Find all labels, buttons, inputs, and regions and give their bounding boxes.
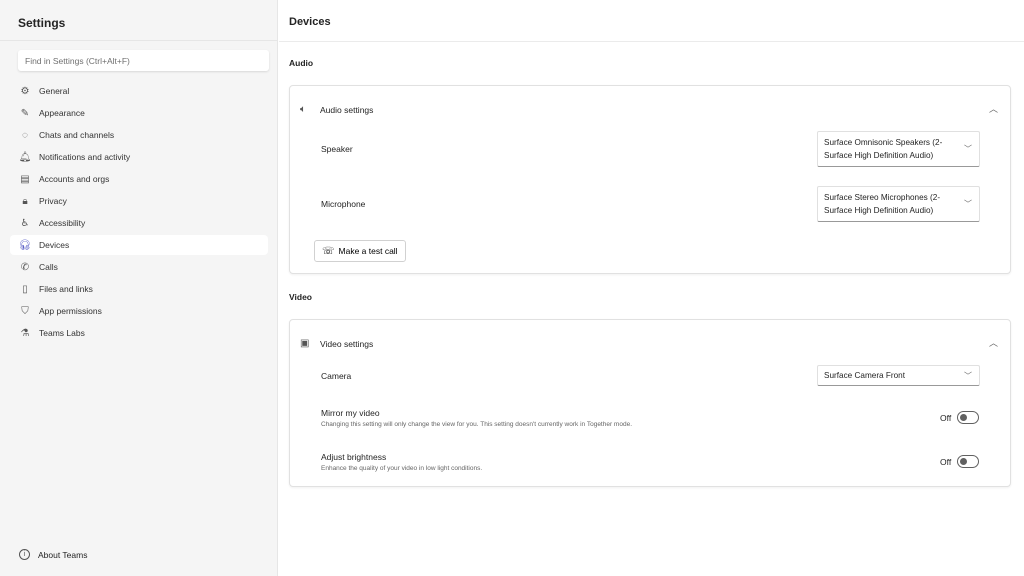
chats-and-channels-icon: ◌ [19,129,31,141]
adjust-brightness-setting: Off [940,455,979,468]
make-test-call-button[interactable]: ☏ Make a test call [314,240,406,262]
calls-icon: ✆ [19,261,31,273]
settings-search-input[interactable] [18,50,269,71]
app-permissions-icon: ⛉ [19,305,31,317]
sidebar-item-general[interactable]: ⚙ General [10,81,268,101]
sidebar-item-accessibility[interactable]: ♿︎ Accessibility [10,213,268,233]
divider [279,41,1024,42]
sidebar-item-label: Accessibility [39,218,85,228]
sidebar-item-appearance[interactable]: ✎ Appearance [10,103,268,123]
mirror-video-setting: Off [940,411,979,424]
mirror-video-label: Mirror my video [321,408,380,418]
sidebar-item-label: Devices [39,240,69,250]
settings-sidebar: Settings ⚙ General ✎ Appearance ◌ Chats and c… [0,0,278,576]
sidebar-item-label: Calls [39,262,58,272]
speaker-settings-icon: 🔈︎ [300,104,312,115]
speaker-value: Surface Omnisonic Speakers (2- Surface H… [824,136,957,162]
sidebar-item-label: Privacy [39,196,67,206]
about-teams-label: About Teams [38,550,87,560]
sidebar-item-label: Accounts and orgs [39,174,109,184]
devices-icon: 🎧︎ [19,239,31,251]
camera-value: Surface Camera Front [824,369,905,382]
settings-nav: ⚙ General ✎ Appearance ◌ Chats and channels 🔔︎… [10,81,268,345]
camera-settings-icon: ▣ [300,338,312,349]
sidebar-item-label: Chats and channels [39,130,114,140]
make-test-call-label: Make a test call [339,246,398,256]
settings-title: Settings [18,16,65,30]
sidebar-item-label: General [39,86,69,96]
accessibility-icon: ♿︎ [19,217,31,229]
sidebar-item-calls[interactable]: ✆ Calls [10,257,268,277]
sidebar-item-chats-and-channels[interactable]: ◌ Chats and channels [10,125,268,145]
chevron-down-icon: ﹀ [964,369,972,382]
sidebar-item-accounts-and-orgs[interactable]: ▤ Accounts and orgs [10,169,268,189]
files-and-links-icon: ▯ [19,283,31,295]
adjust-brightness-description: Enhance the quality of your video in low… [321,465,482,472]
adjust-brightness-state: Off [940,457,951,467]
speaker-label: Speaker [321,144,353,154]
video-settings-header: ▣ Video settings [300,338,373,349]
sidebar-item-label: App permissions [39,306,102,316]
adjust-brightness-label: Adjust brightness [321,452,386,462]
sidebar-item-teams-labs[interactable]: ⚗ Teams Labs [10,323,268,343]
mirror-video-state: Off [940,413,951,423]
collapse-chevron-up-icon[interactable]: ︿ [989,102,998,115]
camera-dropdown[interactable]: Surface Camera Front ﹀ [817,365,980,386]
audio-settings-card: 🔈︎ Audio settings ︿ Speaker Surface Omni… [289,85,1011,274]
accounts-and-orgs-icon: ▤ [19,173,31,185]
audio-settings-header: 🔈︎ Audio settings [300,104,373,115]
appearance-icon: ✎ [19,107,31,119]
sidebar-item-label: Appearance [39,108,85,118]
notifications-and-activity-icon: 🔔︎ [19,151,31,163]
speaker-dropdown[interactable]: Surface Omnisonic Speakers (2- Surface H… [817,131,980,167]
adjust-brightness-toggle[interactable] [957,455,979,468]
sidebar-item-label: Teams Labs [39,328,85,338]
collapse-chevron-up-icon[interactable]: ︿ [989,336,998,349]
audio-section-heading: Audio [289,58,313,68]
mirror-video-description: Changing this setting will only change t… [321,421,632,428]
sidebar-item-privacy[interactable]: 🔒︎ Privacy [10,191,268,211]
teams-labs-icon: ⚗ [19,327,31,339]
audio-settings-title: Audio settings [320,105,373,115]
chevron-down-icon: ﹀ [964,198,972,211]
video-settings-title: Video settings [320,339,373,349]
microphone-dropdown[interactable]: Surface Stereo Microphones (2- Surface H… [817,186,980,222]
chevron-down-icon: ﹀ [964,143,972,156]
general-icon: ⚙ [19,85,31,97]
divider [0,40,278,41]
microphone-label: Microphone [321,199,365,209]
sidebar-item-app-permissions[interactable]: ⛉ App permissions [10,301,268,321]
privacy-icon: 🔒︎ [19,195,31,207]
about-teams-link[interactable]: i About Teams [19,549,87,560]
mirror-video-toggle[interactable] [957,411,979,424]
video-section-heading: Video [289,292,312,302]
sidebar-item-label: Files and links [39,284,93,294]
sidebar-item-notifications-and-activity[interactable]: 🔔︎ Notifications and activity [10,147,268,167]
sidebar-item-files-and-links[interactable]: ▯ Files and links [10,279,268,299]
info-icon: i [19,549,30,560]
sidebar-item-devices[interactable]: 🎧︎ Devices [10,235,268,255]
test-call-icon: ☏ [322,246,335,257]
sidebar-item-label: Notifications and activity [39,152,130,162]
camera-label: Camera [321,371,351,381]
page-title: Devices [289,16,331,28]
video-settings-card: ▣ Video settings ︿ Camera Surface Camera… [289,319,1011,487]
microphone-value: Surface Stereo Microphones (2- Surface H… [824,191,957,217]
